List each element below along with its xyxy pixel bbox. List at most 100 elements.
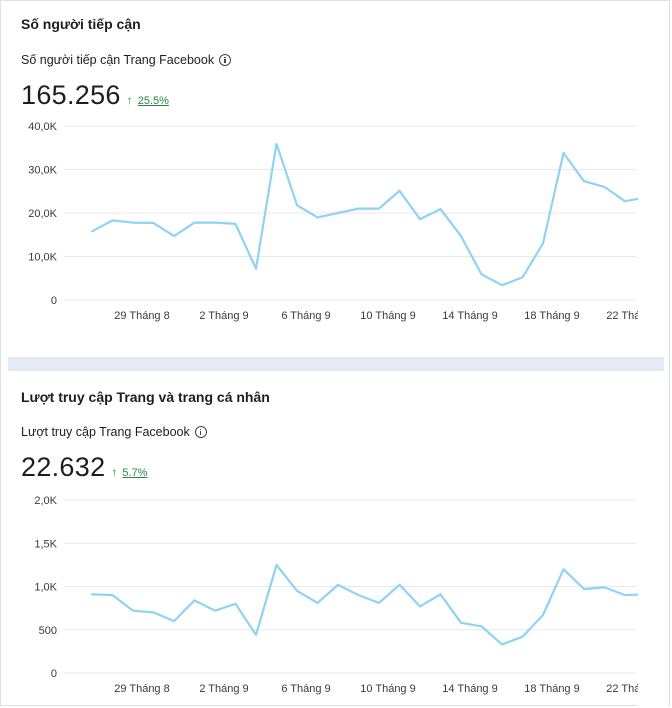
y-tick-label: 500 [39, 625, 57, 637]
x-tick-label: 6 Tháng 9 [281, 310, 330, 322]
data-point[interactable] [356, 206, 362, 212]
metric-label: Lượt truy cập Trang Facebook [21, 425, 207, 439]
data-point[interactable] [499, 282, 505, 288]
info-icon[interactable] [194, 426, 207, 438]
data-point[interactable] [376, 206, 382, 212]
x-tick-label: 2 Tháng 9 [199, 310, 248, 322]
data-point[interactable] [89, 228, 95, 234]
data-point[interactable] [233, 221, 239, 227]
data-point[interactable] [561, 150, 567, 156]
y-tick-label: 40,0K [28, 121, 57, 133]
y-tick-label: 1,5K [34, 538, 57, 550]
data-point[interactable] [499, 641, 505, 647]
x-tick-label: 29 Tháng 8 [114, 683, 169, 695]
x-tick-label: 29 Tháng 8 [114, 310, 169, 322]
data-point[interactable] [212, 608, 218, 614]
data-point[interactable] [253, 632, 259, 638]
data-point[interactable] [561, 566, 567, 572]
x-tick-label: 10 Tháng 9 [360, 310, 415, 322]
x-tick-label: 18 Tháng 9 [524, 310, 579, 322]
data-point[interactable] [315, 600, 321, 606]
data-point[interactable] [335, 210, 341, 216]
data-point[interactable] [622, 592, 628, 598]
x-tick-label: 18 Tháng 9 [524, 683, 579, 695]
data-point[interactable] [622, 198, 628, 204]
metric-row: 165.256 ↑ 25.5% [21, 80, 169, 111]
data-point[interactable] [540, 240, 546, 246]
visits-line-chart[interactable]: 0 500 1,0K 1,5K 2,0K 29 Tháng 8 2 Tháng 9 6 Thá… [0, 484, 672, 708]
data-point[interactable] [274, 141, 280, 147]
metric-label-text: Số người tiếp cận Trang Facebook [21, 53, 215, 67]
data-point[interactable] [89, 591, 95, 597]
trend-percent-link[interactable]: 5.7% [122, 467, 147, 479]
y-tick-label: 30,0K [28, 165, 57, 177]
y-tick-label: 0 [51, 295, 57, 307]
data-point[interactable] [520, 634, 526, 640]
data-point[interactable] [397, 188, 403, 194]
data-point[interactable] [212, 220, 218, 226]
x-tick-label: 6 Tháng 9 [281, 683, 330, 695]
data-point[interactable] [458, 620, 464, 626]
y-tick-label: 2,0K [34, 495, 57, 507]
data-point[interactable] [602, 584, 608, 590]
series-line[interactable] [90, 142, 647, 287]
data-point[interactable] [479, 623, 485, 629]
data-point[interactable] [171, 233, 177, 239]
data-point[interactable] [581, 178, 587, 184]
metric-label: Số người tiếp cận Trang Facebook [21, 53, 232, 67]
data-point[interactable] [130, 608, 136, 614]
data-point[interactable] [479, 271, 485, 277]
trend-percent-link[interactable]: 25.5% [138, 95, 169, 107]
data-point[interactable] [294, 588, 300, 594]
data-point[interactable] [315, 214, 321, 220]
data-point[interactable] [110, 592, 116, 598]
data-point[interactable] [335, 582, 341, 588]
data-point[interactable] [417, 603, 423, 609]
x-tick-label: 14 Tháng 9 [442, 683, 497, 695]
chart-edge-mask [638, 484, 668, 708]
data-point[interactable] [192, 597, 198, 603]
data-point[interactable] [581, 586, 587, 592]
section-title: Lượt truy cập Trang và trang cá nhân [21, 389, 270, 405]
y-tick-label: 20,0K [28, 208, 57, 220]
data-point[interactable] [233, 601, 239, 607]
arrow-up-icon: ↑ [111, 465, 118, 479]
y-tick-label: 1,0K [34, 582, 57, 594]
reach-section: Số người tiếp cận Số người tiếp cận Tran… [0, 0, 672, 356]
data-point[interactable] [438, 206, 444, 212]
reach-line-chart[interactable]: 0 10,0K 20,0K 30,0K 40,0K 29 Tháng 8 2 Tháng 9… [0, 110, 672, 340]
data-point[interactable] [602, 184, 608, 190]
section-title: Số người tiếp cận [21, 16, 141, 32]
section-divider [8, 357, 664, 371]
data-point[interactable] [438, 591, 444, 597]
x-tick-label: 10 Tháng 9 [360, 683, 415, 695]
data-point[interactable] [417, 216, 423, 222]
data-point[interactable] [192, 220, 198, 226]
data-point[interactable] [171, 618, 177, 624]
x-tick-label: 14 Tháng 9 [442, 310, 497, 322]
data-point[interactable] [294, 202, 300, 208]
data-point[interactable] [540, 612, 546, 618]
trend-indicator: ↑ 5.7% [111, 465, 147, 479]
data-point[interactable] [520, 274, 526, 280]
data-point[interactable] [130, 220, 136, 226]
series-line[interactable] [90, 563, 647, 646]
data-point[interactable] [274, 562, 280, 568]
data-point[interactable] [376, 600, 382, 606]
y-tick-label: 10,0K [28, 252, 57, 264]
chart-edge-mask [638, 110, 668, 340]
metric-label-text: Lượt truy cập Trang Facebook [21, 425, 190, 439]
data-point[interactable] [151, 609, 157, 615]
data-point[interactable] [356, 592, 362, 598]
arrow-up-icon: ↑ [126, 93, 133, 107]
data-point[interactable] [151, 220, 157, 226]
x-tick-label: 2 Tháng 9 [199, 683, 248, 695]
visits-section: Lượt truy cập Trang và trang cá nhân Lượ… [0, 372, 672, 708]
metric-value: 165.256 [21, 80, 121, 110]
data-point[interactable] [253, 266, 259, 272]
y-tick-label: 0 [51, 668, 57, 680]
data-point[interactable] [110, 217, 116, 223]
data-point[interactable] [397, 582, 403, 588]
data-point[interactable] [458, 233, 464, 239]
info-icon[interactable] [219, 54, 232, 66]
